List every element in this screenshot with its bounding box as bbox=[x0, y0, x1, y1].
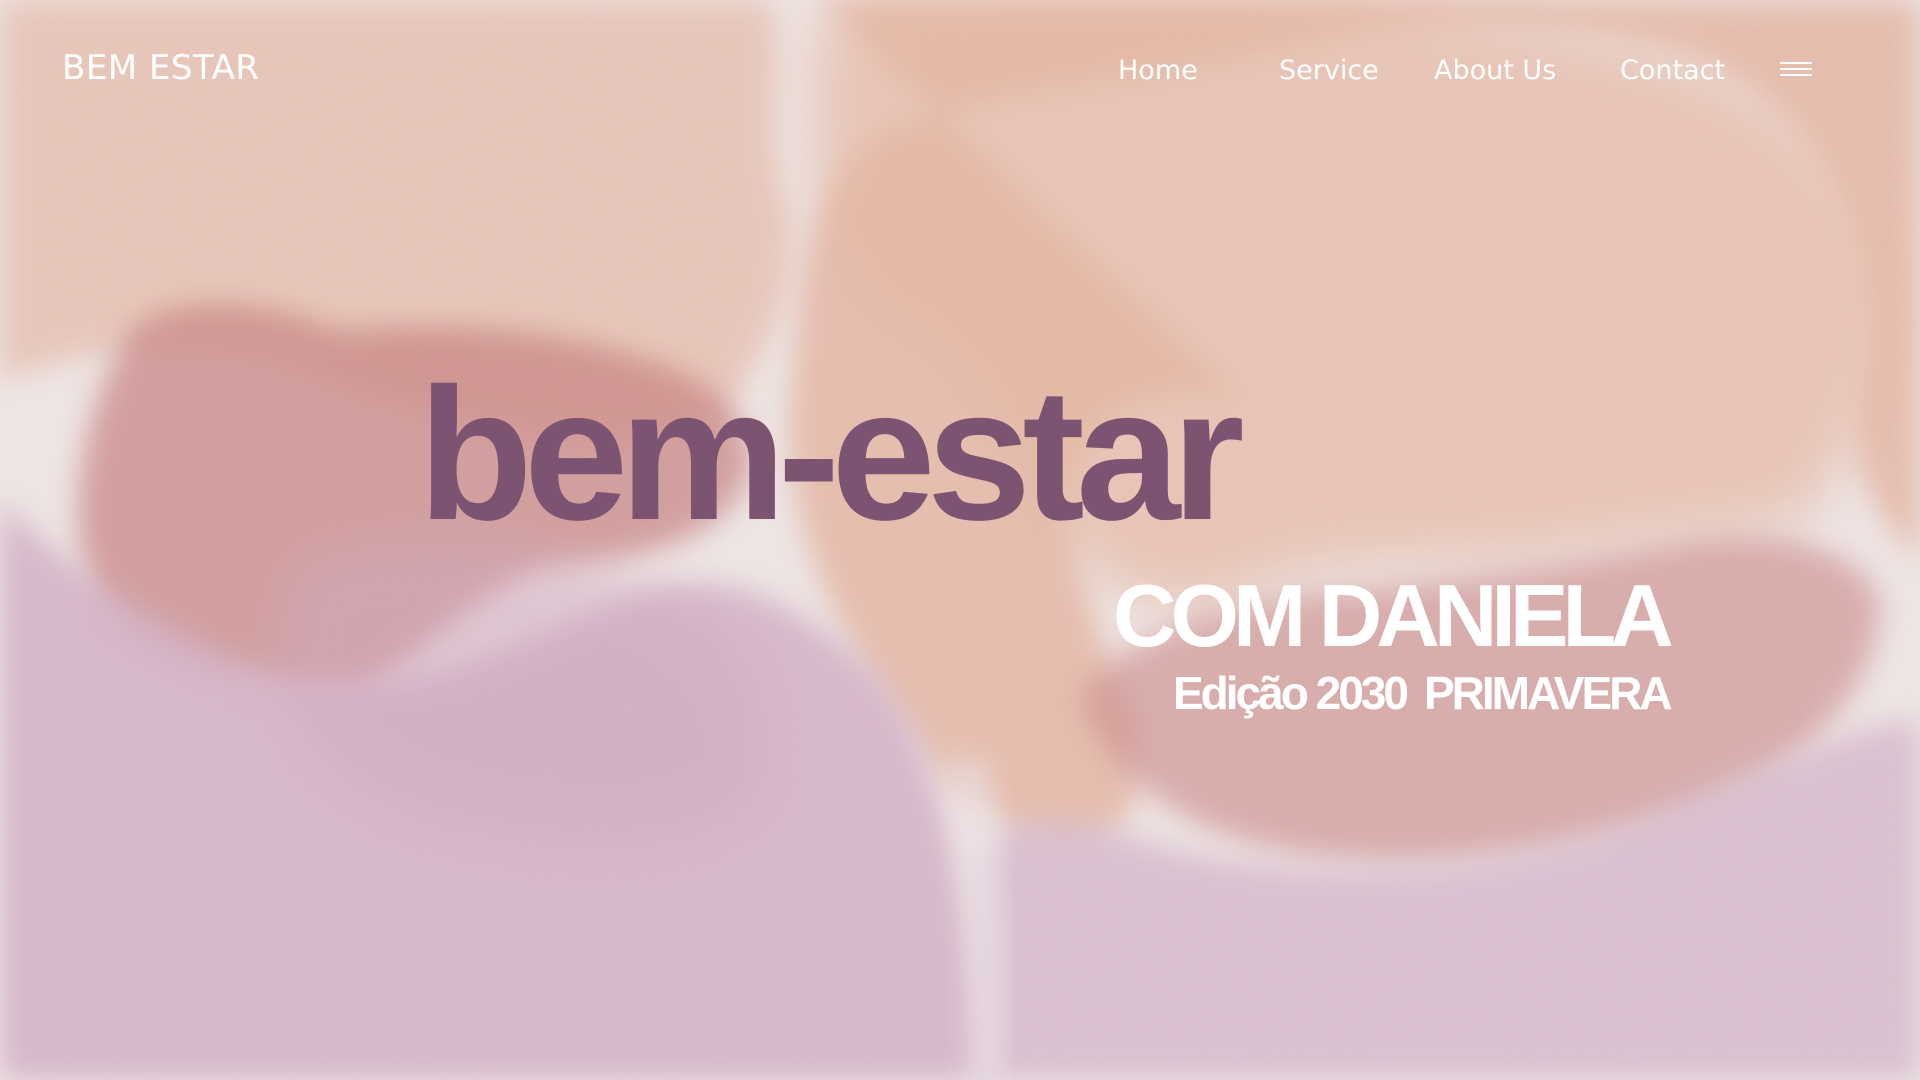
hero-edition: Edição 2030 bbox=[1173, 667, 1409, 719]
hero-title: bem-estar bbox=[418, 349, 1245, 559]
nav-link-service[interactable]: Service bbox=[1279, 55, 1379, 86]
nav-link-about-us[interactable]: About Us bbox=[1434, 55, 1556, 86]
hamburger-menu-icon[interactable] bbox=[1780, 58, 1814, 82]
menu-line bbox=[1780, 68, 1812, 70]
hero-season: PRIMAVERA bbox=[1424, 667, 1673, 719]
hero-title-container: bem-estar bbox=[418, 360, 1318, 580]
top-navigation: BEM ESTAR Home Service About Us Contact bbox=[0, 0, 1920, 145]
brand-logo-text[interactable]: BEM ESTAR bbox=[62, 48, 260, 88]
nav-link-home[interactable]: Home bbox=[1118, 55, 1198, 86]
nav-link-contact[interactable]: Contact bbox=[1620, 55, 1725, 86]
menu-line bbox=[1780, 74, 1812, 76]
hero-subtitle-name: COM DANIELA bbox=[1113, 566, 1674, 665]
menu-line bbox=[1780, 62, 1812, 64]
